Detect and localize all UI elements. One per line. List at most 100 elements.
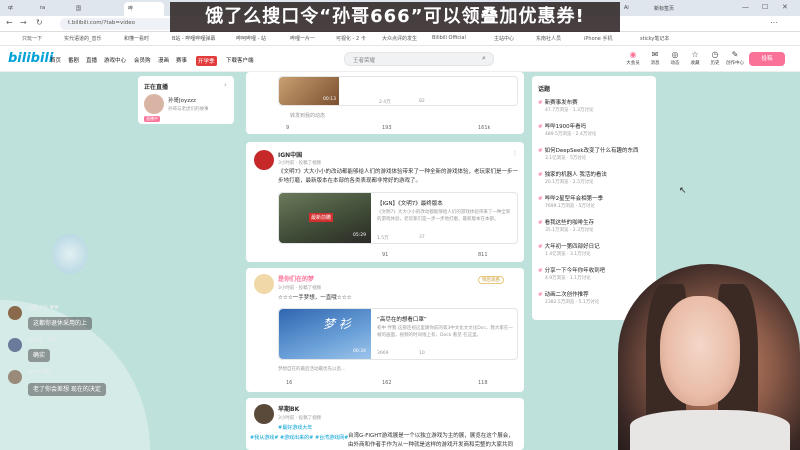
comment-button[interactable]: 162 bbox=[382, 380, 392, 386]
like-button[interactable]: 811 bbox=[478, 252, 488, 258]
history-icon[interactable]: ◷ 历史 bbox=[705, 50, 725, 66]
browser-tab[interactable]: Ai bbox=[620, 2, 644, 16]
nav-manga[interactable]: 漫画 bbox=[158, 56, 169, 64]
nav-home[interactable]: 首页 bbox=[50, 56, 61, 64]
post-meta: 3小时前 · 投稿了视频 bbox=[278, 286, 322, 291]
bookmark-item[interactable]: 只玩一下 bbox=[22, 35, 42, 42]
bookmark-item[interactable]: Bilibili Official bbox=[432, 35, 466, 41]
creator-icon[interactable]: ✎ 创作中心 bbox=[725, 50, 745, 66]
upload-button[interactable]: 投稿 bbox=[749, 52, 785, 66]
trending-item[interactable]: # 如何DeepSeek改变了什么有趣的东西 bbox=[538, 146, 639, 154]
bilibili-logo[interactable]: bilibili bbox=[8, 51, 53, 66]
bookmark-item[interactable]: 大众点评的发生 bbox=[382, 35, 417, 42]
avatar[interactable] bbox=[254, 404, 274, 424]
trending-count: 1.4亿浏览 · 3.1万讨论 bbox=[545, 252, 591, 257]
refresh-icon[interactable]: ↻ bbox=[36, 18, 43, 27]
trending-item[interactable]: # 动画二次创作推荐 bbox=[538, 290, 589, 298]
chat-message: 这都你退休采用的上 bbox=[28, 317, 93, 330]
nav-games[interactable]: 游戏中心 bbox=[104, 56, 126, 64]
post-text: 《文明7》大大小小的改动都能够给人们的游戏体验带来了一种全新的游戏体验，老玩家们… bbox=[278, 169, 518, 184]
trending-title: 话题 bbox=[538, 86, 551, 93]
browser-tab[interactable]: qt bbox=[4, 2, 28, 16]
trending-item-label: 如何DeepSeek改变了什么有趣的东西 bbox=[544, 148, 639, 154]
nav-mall[interactable]: 会员购 bbox=[134, 56, 151, 64]
nav-esports[interactable]: 赛事 bbox=[176, 56, 187, 64]
browser-tab[interactable]: 国 bbox=[72, 2, 96, 16]
like-button[interactable]: 161k bbox=[478, 125, 490, 131]
bookmark-item[interactable]: iPhone 手机 bbox=[584, 35, 612, 42]
bookmark-item[interactable]: 哔呵哔哩 - 站 bbox=[236, 35, 266, 42]
avatar bbox=[8, 370, 22, 384]
header-icon-label: 创作中心 bbox=[726, 61, 744, 66]
trending-item[interactable]: # 独家的机器人 我活的看法 bbox=[538, 170, 607, 178]
comment-button[interactable]: 193 bbox=[382, 125, 392, 131]
comment-button[interactable]: 91 bbox=[382, 252, 388, 258]
menu-icon[interactable]: ⋯ bbox=[770, 18, 778, 27]
browser-tab[interactable]: ra bbox=[36, 2, 60, 16]
nav-download[interactable]: 下载客户端 bbox=[226, 56, 254, 64]
watch-later-tag[interactable]: 稍后观看 bbox=[478, 276, 504, 284]
user-name[interactable]: 是你们在的梦 bbox=[278, 274, 314, 283]
trending-item-label: 独家的机器人 我活的看法 bbox=[544, 172, 607, 178]
video-preview[interactable]: 00:13 2.4万 82 bbox=[278, 76, 518, 106]
hashtag-icon: # bbox=[538, 196, 543, 202]
header-icon-label: 消息 bbox=[650, 61, 660, 66]
avatar[interactable] bbox=[254, 150, 274, 170]
search-input[interactable]: 王者荣耀 bbox=[344, 52, 494, 66]
minimize-icon[interactable]: — bbox=[742, 3, 749, 11]
topic-link[interactable]: #最好游戏大年 bbox=[278, 424, 312, 431]
danmaku-count: 10 bbox=[419, 351, 425, 356]
trending-item[interactable]: # 哔哔1900年看吗 bbox=[538, 122, 586, 130]
video-preview[interactable]: 最新前瞻 05:29 【IGN】《文明7》最终版本 《文明7》大大小小的改动都能… bbox=[278, 192, 518, 244]
trending-item-label: 哔哔2星型年会相第一季 bbox=[544, 196, 604, 202]
chat-user: Beat 比利 bbox=[28, 369, 52, 375]
trending-item[interactable]: # 哔哔2星型年会相第一季 bbox=[538, 194, 603, 202]
forward-button[interactable]: 9 bbox=[286, 125, 289, 131]
forward-icon[interactable]: → bbox=[20, 18, 27, 27]
hashtag-icon: # bbox=[538, 292, 543, 298]
dynamic-icon[interactable]: ◎ 动态 bbox=[665, 50, 685, 66]
streamer-name[interactable]: 孙哥Joyzzz bbox=[168, 96, 196, 104]
bookmark-item[interactable]: 和懂一看时 bbox=[124, 35, 149, 42]
bookmark-item[interactable]: 主站中心 bbox=[494, 35, 514, 42]
user-name[interactable]: IGN中国 bbox=[278, 150, 302, 159]
forward-button[interactable]: 16 bbox=[286, 380, 292, 386]
avatar[interactable] bbox=[144, 94, 164, 114]
trending-item[interactable]: # 看我这些的咖啡生存 bbox=[538, 218, 594, 226]
bookmark-item[interactable]: sticky笔记本 bbox=[640, 35, 669, 42]
bookmark-item[interactable]: 东南社人员 bbox=[536, 35, 561, 42]
browser-tab[interactable]: 新标签页 bbox=[650, 2, 694, 16]
favorite-icon[interactable]: ☆ 收藏 bbox=[685, 50, 705, 66]
trending-item[interactable]: # 大年初一第四部好日记 bbox=[538, 242, 600, 250]
post-footer: 梦想自在的最后活动最优先以后... bbox=[278, 367, 346, 372]
bookmark-item[interactable]: 可视化 - 2 卡 bbox=[336, 35, 366, 42]
vip-icon[interactable]: ◉ 大会员 bbox=[623, 50, 643, 66]
video-duration: 00:34 bbox=[353, 349, 366, 354]
live-card[interactable]: 正在直播 › 孙哥Joyzzz 孙哥与老虎们的故事 直播中 bbox=[138, 76, 234, 124]
more-icon[interactable]: ⋮ bbox=[512, 150, 518, 157]
like-button[interactable]: 118 bbox=[478, 380, 488, 386]
chevron-right-icon[interactable]: › bbox=[224, 81, 227, 89]
browser-tab-active[interactable]: 哔 bbox=[124, 2, 164, 16]
avatar[interactable] bbox=[254, 274, 274, 294]
maximize-icon[interactable]: ☐ bbox=[762, 3, 768, 11]
trending-item-label: 新赛事发布赛 bbox=[544, 100, 578, 106]
close-icon[interactable]: ✕ bbox=[782, 3, 788, 11]
tab-label: ra bbox=[40, 5, 46, 11]
hashtag-icon: # bbox=[538, 148, 543, 154]
search-icon[interactable]: ⌕ bbox=[482, 54, 486, 63]
bookmark-item[interactable]: B站 - 哔哩哔哩弹幕 bbox=[172, 35, 215, 42]
video-preview[interactable]: 梦 衫 00:34 “高尽在的想看口罩” 初中 伴我 这部连视这里跟你前的第3中… bbox=[278, 308, 518, 360]
trending-item[interactable]: # 新赛事发布赛 bbox=[538, 98, 578, 106]
message-icon[interactable]: ✉ 消息 bbox=[645, 50, 665, 66]
nav-event[interactable]: 开学季 bbox=[196, 56, 217, 66]
bookmark-item[interactable]: 哔哩一片一 bbox=[290, 35, 315, 42]
nav-live[interactable]: 直播 bbox=[86, 56, 97, 64]
trending-item[interactable]: # 分享一下今年你年收到吧 bbox=[538, 266, 605, 274]
user-name[interactable]: 早期BK bbox=[278, 404, 299, 413]
chat-user: 超级小旭 ♥♥ bbox=[28, 305, 59, 311]
bookmark-item[interactable]: 实代语道的_音乐 bbox=[64, 35, 102, 42]
back-icon[interactable]: ← bbox=[6, 18, 13, 27]
nav-anime[interactable]: 番剧 bbox=[68, 56, 79, 64]
tag-links[interactable]: #我从游戏# #游戏出来的# #台湾游戏网# bbox=[250, 434, 348, 441]
